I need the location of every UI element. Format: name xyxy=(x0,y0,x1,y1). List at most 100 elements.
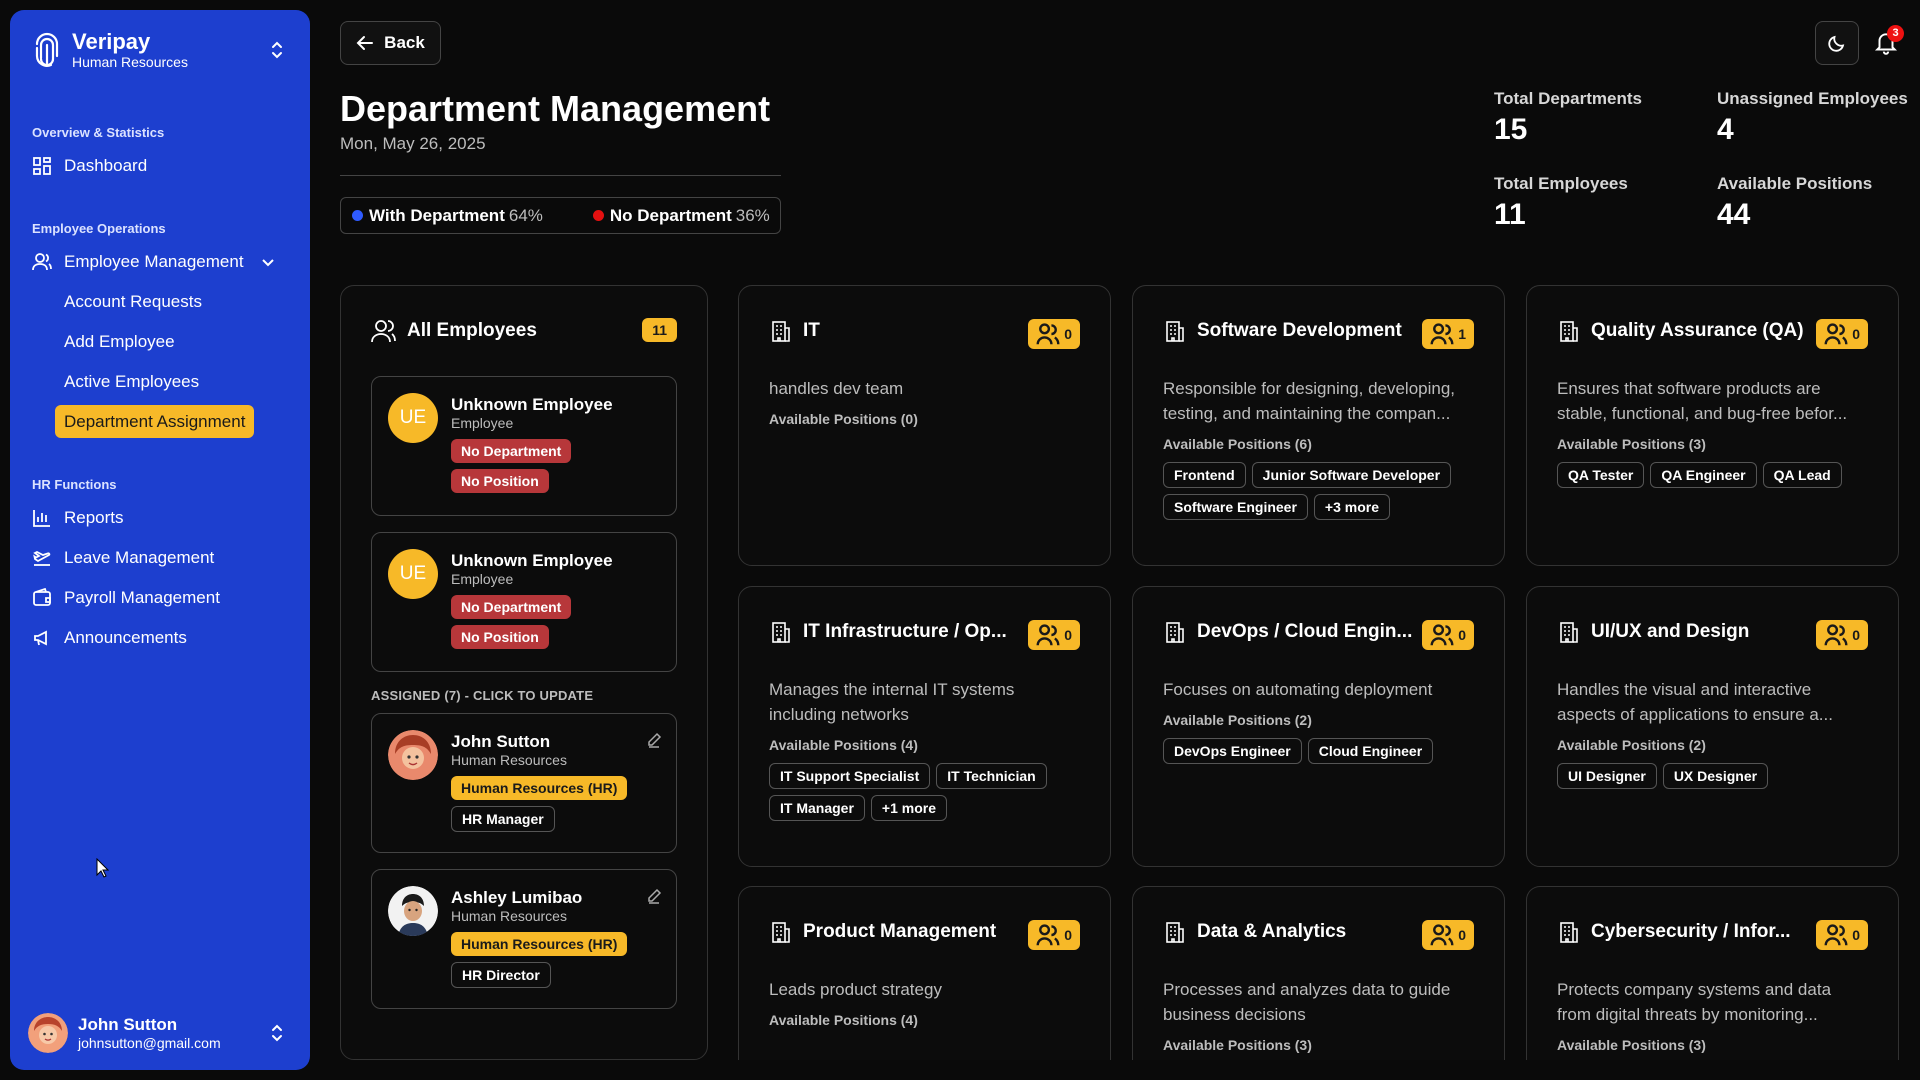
stat-value: 15 xyxy=(1494,113,1528,146)
building-icon xyxy=(772,622,790,643)
building-icon xyxy=(772,922,790,943)
department-header: IT 0 xyxy=(769,286,1080,376)
department-card-it-infrastructure[interactable]: IT Infrastructure / Op... 0 Manages the … xyxy=(738,586,1111,867)
department-card-quality-assurance[interactable]: Quality Assurance (QA) 0 Ensures that so… xyxy=(1526,285,1899,566)
edit-pencil-icon[interactable] xyxy=(646,888,662,904)
employee-card[interactable]: UE Unknown Employee Employee No Departme… xyxy=(371,532,677,672)
department-card-devops[interactable]: DevOps / Cloud Engin... 0 Focuses on aut… xyxy=(1132,586,1505,867)
position-tag: IT Manager xyxy=(769,795,865,821)
department-name: IT xyxy=(803,320,820,341)
position-tags: Frontend Junior Software Developer Softwa… xyxy=(1163,462,1474,526)
department-card-software-development[interactable]: Software Development 1 Responsible for d… xyxy=(1132,285,1505,566)
brand-subtitle: Human Resources xyxy=(72,54,188,70)
avatar: UE xyxy=(388,549,438,599)
sidebar-subitem-active-employees[interactable]: Active Employees xyxy=(32,362,288,402)
employee-role: Employee xyxy=(451,571,514,587)
position-tag: No Position xyxy=(451,469,549,493)
chevrons-up-down-icon[interactable] xyxy=(268,1023,286,1043)
department-tag: No Department xyxy=(451,439,572,463)
edit-pencil-icon[interactable] xyxy=(646,732,662,748)
user-profile[interactable]: John Sutton johnsutton@gmail.com xyxy=(28,1010,288,1056)
back-button[interactable]: Back xyxy=(340,21,441,65)
employee-count-badge: 11 xyxy=(642,318,677,342)
megaphone-icon xyxy=(34,630,47,646)
department-header: Product Management 0 xyxy=(769,887,1080,977)
sidebar-item-payroll-management[interactable]: Payroll Management xyxy=(32,578,288,618)
department-card-ui-ux[interactable]: UI/UX and Design 0 Handles the visual an… xyxy=(1526,586,1899,867)
department-card-it[interactable]: IT 0 handles dev team Available Position… xyxy=(738,285,1111,566)
page-title: Department Management xyxy=(340,88,771,129)
nav-section-employee-ops: Employee Operations xyxy=(32,221,166,236)
sidebar-item-leave-management[interactable]: Leave Management xyxy=(32,538,288,578)
department-card-data-analytics[interactable]: Data & Analytics 0 Processes and analyze… xyxy=(1132,886,1505,1060)
legend-pct: 36% xyxy=(735,205,770,225)
avatar: UE xyxy=(388,393,438,443)
member-count-badge: 0 xyxy=(1816,620,1868,650)
user-name: John Sutton xyxy=(78,1015,178,1034)
panel-title: All Employees xyxy=(407,320,537,341)
available-positions-label: Available Positions (2) xyxy=(1557,737,1706,753)
sidebar-item-employee-management[interactable]: Employee Management xyxy=(32,242,288,282)
building-icon xyxy=(1560,622,1578,643)
users-icon xyxy=(1430,924,1454,946)
users-icon xyxy=(1430,624,1454,646)
more-positions-tag[interactable]: +1 more xyxy=(870,795,947,821)
theme-toggle-button[interactable] xyxy=(1815,21,1859,65)
position-tag: IT Support Specialist xyxy=(769,763,931,789)
employee-card[interactable]: Ashley Lumibao Human Resources Human Res… xyxy=(371,869,677,1009)
department-description: Responsible for designing, developing, t… xyxy=(1163,379,1456,423)
stat-value: 4 xyxy=(1717,113,1734,146)
department-card-product-management[interactable]: Product Management 0 Leads product strat… xyxy=(738,886,1111,1060)
available-positions-label: Available Positions (4) xyxy=(769,737,918,753)
sidebar-subitem-account-requests[interactable]: Account Requests xyxy=(32,282,288,322)
available-positions-label: Available Positions (3) xyxy=(1557,1037,1706,1053)
department-tag: Human Resources (HR) xyxy=(451,776,628,800)
brand[interactable]: Veripay Human Resources xyxy=(32,10,288,90)
department-header: Software Development 1 xyxy=(1163,286,1474,376)
department-name: IT Infrastructure / Op... xyxy=(803,621,1007,642)
sidebar-subitem-department-assignment[interactable]: Department Assignment xyxy=(32,402,288,442)
sidebar-item-label: Dashboard xyxy=(64,156,148,175)
available-positions-label: Available Positions (2) xyxy=(1163,712,1312,728)
sidebar-item-label: Leave Management xyxy=(64,548,215,567)
building-icon xyxy=(1166,922,1184,943)
sidebar-item-reports[interactable]: Reports xyxy=(32,498,288,538)
member-count-badge: 1 xyxy=(1422,319,1474,349)
position-tag: DevOps Engineer xyxy=(1163,738,1302,764)
dashboard-icon xyxy=(33,157,51,175)
position-tag: QA Engineer xyxy=(1650,462,1757,488)
employee-card[interactable]: UE Unknown Employee Employee No Departme… xyxy=(371,376,677,516)
employee-role: Human Resources xyxy=(451,908,567,924)
users-icon xyxy=(1824,924,1848,946)
position-tags: IT Support Specialist IT Technician IT Ma… xyxy=(769,763,1080,827)
position-tag: Cloud Engineer xyxy=(1307,738,1434,764)
employee-card[interactable]: John Sutton Human Resources Human Resour… xyxy=(371,713,677,853)
available-positions-label: Available Positions (0) xyxy=(769,411,918,427)
sidebar-subitem-add-employee[interactable]: Add Employee xyxy=(32,322,288,362)
page-date: Mon, May 26, 2025 xyxy=(340,134,486,153)
stat-unassigned-employees: Unassigned Employees 4 xyxy=(1717,89,1908,147)
building-icon xyxy=(1166,622,1184,643)
member-count: 0 xyxy=(1852,326,1860,342)
nav-section-overview: Overview & Statistics xyxy=(32,125,165,140)
sidebar-item-label: Reports xyxy=(64,508,124,527)
back-label: Back xyxy=(384,33,425,52)
department-header: Data & Analytics 0 xyxy=(1163,887,1474,977)
more-positions-tag[interactable]: +3 more xyxy=(1313,494,1391,520)
department-tag: No Department xyxy=(451,595,572,619)
department-header: IT Infrastructure / Op... 0 xyxy=(769,587,1080,677)
notifications-button[interactable]: 3 xyxy=(1866,21,1906,65)
chevron-down-icon[interactable] xyxy=(260,254,276,270)
legend-label: No Department xyxy=(609,205,732,225)
arrow-left-icon xyxy=(356,36,374,50)
department-card-cybersecurity[interactable]: Cybersecurity / Infor... 0 Protects comp… xyxy=(1526,886,1899,1060)
building-icon xyxy=(772,321,790,342)
position-tag: QA Lead xyxy=(1762,462,1842,488)
legend-label: With Department xyxy=(369,205,505,225)
sidebar-item-label: Employee Management xyxy=(64,252,244,271)
position-tag: No Position xyxy=(451,625,549,649)
chevrons-up-down-icon[interactable] xyxy=(268,40,286,60)
sidebar-item-announcements[interactable]: Announcements xyxy=(32,618,288,658)
sidebar-item-dashboard[interactable]: Dashboard xyxy=(32,146,288,186)
fingerprint-logo-icon xyxy=(35,32,59,67)
